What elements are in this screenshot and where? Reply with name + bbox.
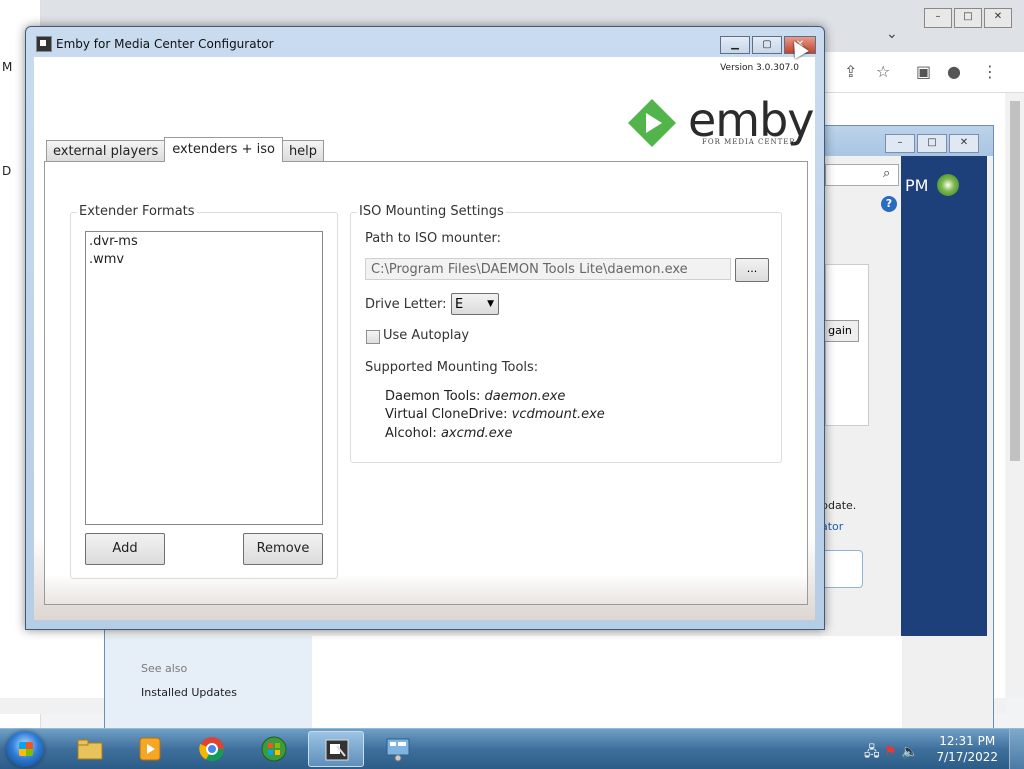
remove-button[interactable]: Remove	[243, 533, 323, 565]
emby-logo-subtext: FOR MEDIA CENTER	[702, 138, 796, 146]
installed-updates-link[interactable]: Installed Updates	[141, 686, 237, 699]
use-autoplay-checkbox[interactable]	[366, 330, 380, 344]
control-panel-window-controls: – □ ✕	[883, 134, 979, 153]
taskbar-remote-desktop[interactable]	[370, 731, 426, 767]
browser-minimize-button[interactable]: –	[924, 8, 952, 28]
version-label: Version 3.0.307.0	[720, 63, 799, 73]
tab-search-chevron-icon[interactable]: ⌄	[886, 26, 898, 42]
cp-minimize-button[interactable]: –	[885, 134, 915, 153]
emby-logo-icon	[628, 99, 676, 147]
tab-extenders-iso[interactable]: extenders + iso	[164, 137, 283, 162]
system-tray: 🖧 ⚑ 🔈	[864, 741, 919, 765]
tool-exe: axcmd.exe	[440, 426, 513, 441]
tab-help[interactable]: help	[281, 140, 325, 161]
list-item[interactable]: .dvr-ms	[86, 232, 322, 250]
star-icon[interactable]: ☆	[876, 62, 890, 81]
cp-close-button[interactable]: ✕	[949, 134, 979, 153]
tool-exe: vcdmount.exe	[511, 407, 605, 422]
browser-window-controls: – □ ✕	[922, 8, 1012, 28]
scrollbar-thumb[interactable]	[1010, 101, 1020, 461]
tab-panel-extenders-iso: Extender Formats .dvr-ms .wmv Add Remove…	[44, 161, 808, 605]
windows-flag-icon	[19, 742, 33, 756]
window-client-area: Version 3.0.307.0 emby FOR MEDIA CENTER …	[34, 57, 815, 620]
cp-update-text: pdate.	[821, 499, 857, 512]
taskbar-media-center[interactable]	[246, 731, 302, 767]
cp-banner-time: PM	[905, 176, 929, 195]
see-also-label: See also	[141, 662, 188, 675]
tool-exe: daemon.exe	[484, 389, 566, 404]
taskbar: 🖧 ⚑ 🔈 12:31 PM 7/17/2022	[0, 728, 1024, 769]
search-icon[interactable]: ⌕	[883, 166, 890, 181]
cp-content-box	[825, 264, 869, 426]
browser-maximize-button[interactable]: □	[954, 8, 982, 28]
minimize-button[interactable]: ▁	[720, 36, 750, 54]
tool-name: Virtual CloneDrive:	[385, 407, 508, 422]
cp-maximize-button[interactable]: □	[917, 134, 947, 153]
drive-letter-value: E	[455, 297, 464, 312]
iso-mounting-group: ISO Mounting Settings Path to ISO mounte…	[350, 204, 782, 463]
browser-close-button[interactable]: ✕	[984, 8, 1012, 28]
clock-time: 12:31 PM	[939, 734, 996, 748]
left-edge-letter: M	[2, 60, 13, 74]
cp-banner	[901, 156, 987, 636]
use-autoplay-label[interactable]: Use Autoplay	[383, 328, 469, 343]
taskbar-clock[interactable]: 12:31 PM 7/17/2022	[936, 733, 998, 765]
maximize-button[interactable]: ▢	[752, 36, 782, 54]
media-center-icon	[261, 736, 287, 762]
tool-name: Alcohol:	[385, 426, 437, 441]
tool-alcohol: Alcohol: axcmd.exe	[385, 426, 512, 441]
supported-tools-heading: Supported Mounting Tools:	[365, 360, 539, 375]
share-icon[interactable]: ⇪	[844, 62, 857, 81]
remote-desktop-icon	[386, 738, 410, 762]
help-icon[interactable]: ?	[881, 196, 897, 212]
network-icon[interactable]: 🖧	[864, 744, 880, 760]
chrome-icon	[199, 737, 224, 762]
cp-try-again-button[interactable]: gain	[821, 320, 859, 342]
dropdown-arrow-icon: ▼	[487, 299, 494, 309]
tool-daemon: Daemon Tools: daemon.exe	[385, 389, 565, 404]
show-desktop-button[interactable]	[1009, 729, 1024, 769]
taskbar-configurator[interactable]	[308, 731, 364, 767]
action-center-icon[interactable]: ⚑	[884, 744, 897, 760]
configurator-icon	[325, 739, 349, 761]
list-item[interactable]: .wmv	[86, 250, 322, 268]
menu-icon[interactable]: ⋮	[982, 62, 998, 81]
clock-date: 7/17/2022	[936, 750, 998, 764]
taskbar-chrome[interactable]	[184, 731, 240, 767]
iso-path-label: Path to ISO mounter:	[365, 231, 502, 246]
iso-mounting-heading: ISO Mounting Settings	[357, 204, 506, 219]
window-title: Emby for Media Center Configurator	[56, 37, 274, 51]
iso-path-field[interactable]: C:\Program Files\DAEMON Tools Lite\daemo…	[365, 258, 731, 280]
browser-vertical-scrollbar[interactable]	[1006, 93, 1024, 698]
extender-formats-heading: Extender Formats	[77, 204, 197, 219]
windows-logo-icon	[937, 174, 959, 196]
cp-sidebar	[105, 636, 312, 729]
cp-main-pane	[312, 636, 902, 729]
tool-name: Daemon Tools:	[385, 389, 481, 404]
drive-letter-select[interactable]: E ▼	[451, 293, 499, 315]
folder-icon	[77, 739, 103, 760]
tool-clonedrive: Virtual CloneDrive: vcdmount.exe	[385, 407, 605, 422]
browse-button[interactable]: ...	[735, 258, 769, 282]
extender-formats-list[interactable]: .dvr-ms .wmv	[85, 231, 323, 525]
media-player-icon	[139, 737, 161, 761]
start-button[interactable]	[6, 731, 44, 767]
taskbar-explorer[interactable]	[62, 731, 118, 767]
app-icon[interactable]	[36, 36, 52, 52]
tab-strip: external players extenders + iso help	[46, 137, 325, 162]
left-edge-letter: D	[2, 164, 12, 178]
drive-letter-label: Drive Letter:	[365, 297, 447, 312]
tab-external-players[interactable]: external players	[46, 140, 166, 161]
emby-configurator-window[interactable]: Emby for Media Center Configurator ▁ ▢ ✕…	[25, 26, 825, 630]
volume-icon[interactable]: 🔈	[901, 744, 918, 760]
extender-formats-group: Extender Formats .dvr-ms .wmv Add Remove	[70, 204, 338, 579]
add-button[interactable]: Add	[85, 533, 165, 565]
sidebar-icon[interactable]: ▣	[916, 62, 931, 81]
taskbar-media-player[interactable]	[122, 731, 178, 767]
profile-icon[interactable]: ●	[947, 62, 961, 81]
